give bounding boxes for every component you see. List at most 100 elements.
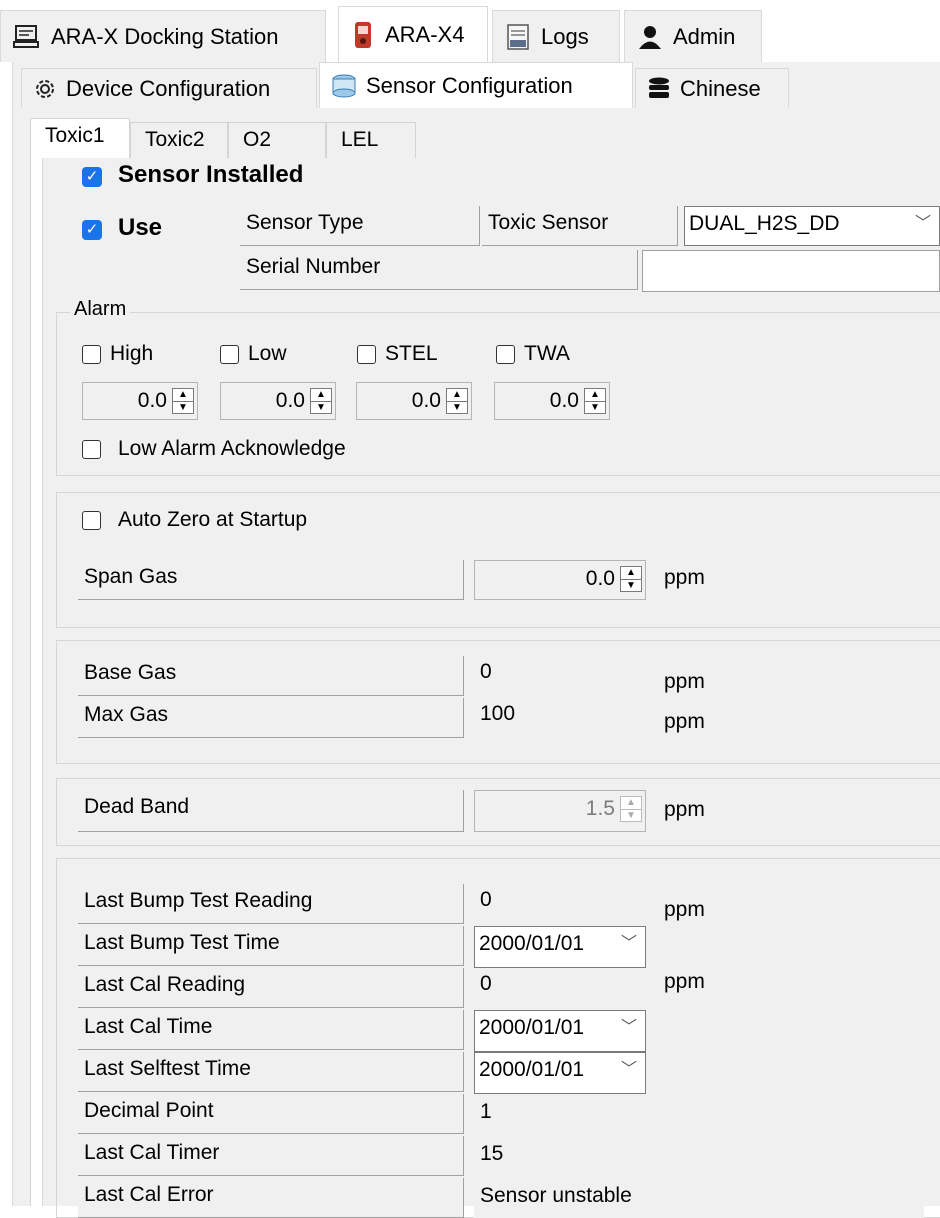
max-gas-label: Max Gas: [78, 698, 464, 738]
last-cal-time-value: 2000/01/01: [479, 1016, 585, 1039]
last-selftest-time-value: 2000/01/01: [479, 1058, 585, 1081]
tab-toxic2[interactable]: Toxic2: [130, 122, 228, 158]
tab-docking-station[interactable]: ARA-X Docking Station: [0, 10, 326, 62]
span-gas-value: 0.0: [585, 567, 615, 590]
docking-station-icon: [13, 24, 39, 48]
use-checkbox[interactable]: ✓: [82, 220, 102, 240]
gear-icon: [36, 79, 54, 98]
dead-band-value: 1.5: [585, 797, 615, 820]
spin-arrows-icon[interactable]: ▲ ▼: [446, 388, 468, 414]
tab-admin[interactable]: Admin: [624, 10, 762, 62]
chevron-down-icon: ﹀: [620, 1019, 637, 1036]
spin-arrows-icon[interactable]: ▲ ▼: [584, 388, 606, 414]
last-selftest-time-label: Last Selftest Time: [78, 1052, 464, 1092]
serial-number-input[interactable]: [642, 250, 940, 292]
dead-band-spinbox: 1.5 ▲ ▼: [474, 790, 646, 832]
high-alarm-checkbox[interactable]: [82, 345, 101, 364]
main-tab-strip: ARA-X Docking Station ARA-X4 Logs Admin: [0, 0, 940, 62]
use-label: Use: [118, 214, 163, 241]
last-bump-test-time-value: 2000/01/01: [479, 932, 585, 955]
low-alarm-acknowledge-label: Low Alarm Acknowledge: [118, 437, 346, 460]
tab-device-configuration-label: Device Configuration: [66, 75, 271, 101]
span-gas-spinbox[interactable]: 0.0 ▲ ▼: [474, 560, 646, 600]
sensor-icon: [332, 74, 356, 97]
stel-alarm-spinbox[interactable]: 0.0 ▲ ▼: [356, 382, 472, 420]
twa-alarm-value: 0.0: [549, 389, 579, 412]
toxic-sensor-label: Toxic Sensor: [482, 206, 678, 246]
last-cal-time-picker[interactable]: 2000/01/01 ﹀: [474, 1010, 646, 1052]
logs-icon: [507, 23, 529, 50]
decimal-point-value: 1: [474, 1096, 646, 1134]
low-alarm-value: 0.0: [275, 389, 305, 412]
tab-admin-label: Admin: [673, 23, 736, 49]
base-gas-label: Base Gas: [78, 656, 464, 696]
spin-arrows-icon[interactable]: ▲ ▼: [310, 388, 332, 414]
auto-zero-label: Auto Zero at Startup: [118, 508, 308, 531]
low-alarm-label: Low: [248, 342, 287, 365]
sensor-type-select[interactable]: DUAL_H2S_DD ﹀: [684, 206, 940, 246]
tab-ara-x4[interactable]: ARA-X4: [338, 6, 488, 62]
sensor-type-value: DUAL_H2S_DD: [689, 212, 840, 235]
span-gas-unit: ppm: [664, 566, 705, 589]
twa-alarm-checkbox[interactable]: [496, 345, 515, 364]
twa-alarm-spinbox[interactable]: 0.0 ▲ ▼: [494, 382, 610, 420]
last-cal-reading-unit: ppm: [664, 970, 705, 993]
serial-number-label: Serial Number: [240, 250, 638, 290]
tab-ara-x4-label: ARA-X4: [385, 21, 465, 47]
last-cal-time-label: Last Cal Time: [78, 1010, 464, 1050]
base-gas-unit: ppm: [664, 670, 705, 693]
dead-band-label: Dead Band: [78, 790, 464, 832]
last-cal-error-value: Sensor unstable: [474, 1180, 924, 1218]
low-alarm-spinbox[interactable]: 0.0 ▲ ▼: [220, 382, 336, 420]
high-alarm-spinbox[interactable]: 0.0 ▲ ▼: [82, 382, 198, 420]
tab-logs-label: Logs: [541, 23, 589, 49]
twa-alarm-label: TWA: [524, 342, 570, 365]
base-gas-value: 0: [474, 656, 646, 696]
last-cal-timer-value: 15: [474, 1138, 646, 1176]
span-gas-label: Span Gas: [78, 560, 464, 600]
dead-band-unit: ppm: [664, 798, 705, 821]
last-selftest-time-picker[interactable]: 2000/01/01 ﹀: [474, 1052, 646, 1094]
tab-device-configuration[interactable]: Device Configuration: [21, 68, 317, 108]
decimal-point-label: Decimal Point: [78, 1094, 464, 1134]
alarm-group-title: Alarm: [70, 298, 131, 321]
tab-toxic1[interactable]: Toxic1: [30, 118, 130, 158]
last-bump-test-time-picker[interactable]: 2000/01/01 ﹀: [474, 926, 646, 968]
last-cal-error-label: Last Cal Error: [78, 1178, 464, 1218]
stel-alarm-label: STEL: [385, 342, 438, 365]
sensor-installed-checkbox[interactable]: ✓: [82, 167, 102, 187]
tab-chinese-label: Chinese: [680, 75, 761, 101]
last-cal-reading-label: Last Cal Reading: [78, 968, 464, 1008]
gas-detector-icon: [355, 21, 371, 48]
tab-lel[interactable]: LEL: [326, 122, 416, 158]
last-cal-reading-value: 0: [474, 968, 646, 1008]
config-tab-strip: Device Configuration Sensor Configuratio…: [12, 62, 940, 108]
spin-arrows-icon: ▲ ▼: [620, 796, 642, 822]
spin-arrows-icon[interactable]: ▲ ▼: [172, 388, 194, 414]
high-alarm-value: 0.0: [137, 389, 167, 412]
tab-logs[interactable]: Logs: [492, 10, 620, 62]
stel-alarm-checkbox[interactable]: [357, 345, 376, 364]
last-cal-timer-label: Last Cal Timer: [78, 1136, 464, 1176]
auto-zero-checkbox[interactable]: [82, 511, 101, 530]
tab-o2[interactable]: O2: [228, 122, 326, 158]
chevron-down-icon: ﹀: [620, 935, 637, 952]
database-icon: [649, 77, 669, 98]
low-alarm-acknowledge-checkbox[interactable]: [82, 440, 101, 459]
user-icon: [639, 25, 661, 49]
spin-arrows-icon[interactable]: ▲ ▼: [620, 566, 642, 592]
max-gas-unit: ppm: [664, 710, 705, 733]
last-bump-test-reading-unit: ppm: [664, 898, 705, 921]
last-bump-test-reading-label: Last Bump Test Reading: [78, 884, 464, 924]
high-alarm-label: High: [110, 342, 154, 365]
tab-sensor-configuration[interactable]: Sensor Configuration: [319, 62, 633, 108]
low-alarm-checkbox[interactable]: [220, 345, 239, 364]
last-bump-test-reading-value: 0: [474, 884, 646, 924]
tab-sensor-configuration-label: Sensor Configuration: [366, 72, 573, 98]
sensor-type-label: Sensor Type: [240, 206, 480, 246]
last-bump-test-time-label: Last Bump Test Time: [78, 926, 464, 966]
chevron-down-icon: ﹀: [620, 1061, 637, 1078]
sensor-tab-strip: Toxic1 Toxic2 O2 LEL: [30, 118, 940, 158]
tab-chinese[interactable]: Chinese: [635, 68, 789, 108]
chevron-down-icon: ﹀: [914, 215, 931, 232]
